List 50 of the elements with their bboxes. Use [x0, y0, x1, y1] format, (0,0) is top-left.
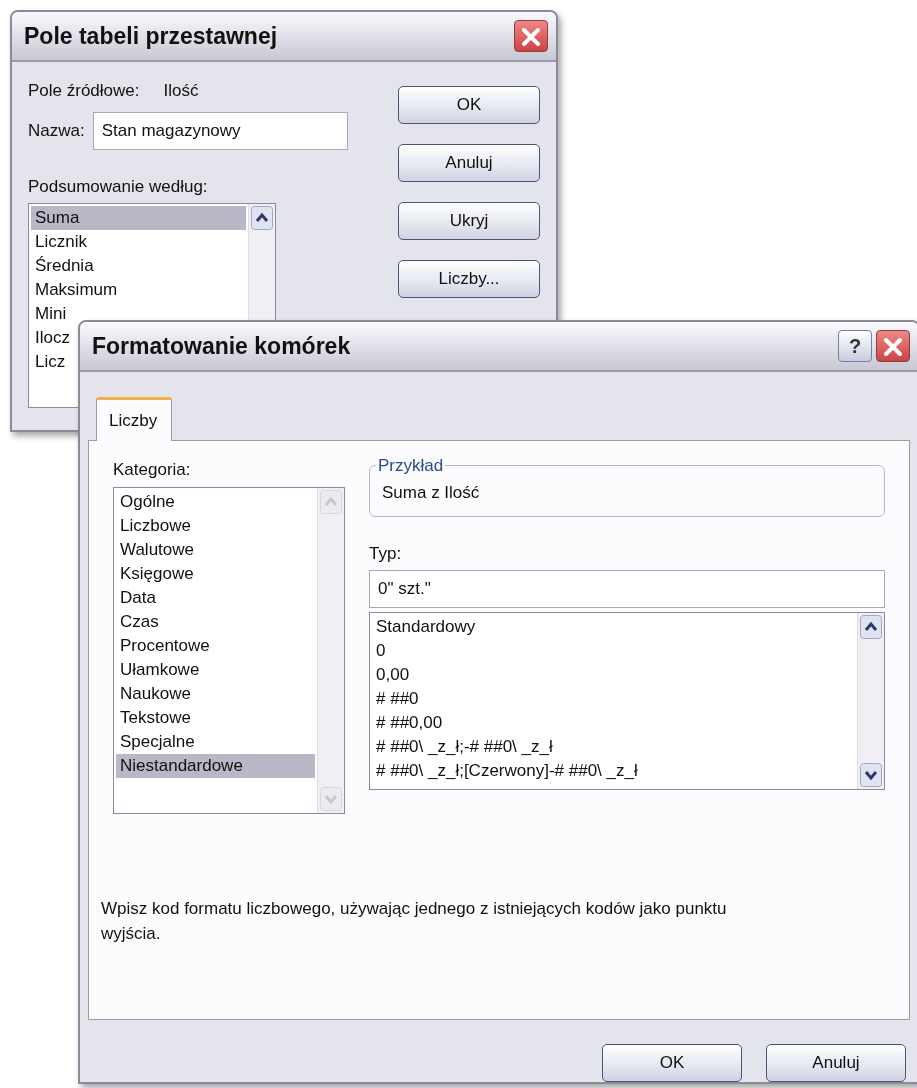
- close-icon: [519, 25, 543, 48]
- dialog-button[interactable]: Anuluj: [766, 1044, 906, 1082]
- list-item[interactable]: Tekstowe: [116, 705, 315, 730]
- close-button[interactable]: [876, 329, 910, 362]
- list-item[interactable]: Specjalne: [116, 729, 315, 754]
- field-label: Kategoria:: [113, 459, 192, 481]
- list-item[interactable]: Naukowe: [116, 681, 315, 706]
- list-item[interactable]: Średnia: [31, 254, 246, 278]
- name-field[interactable]: Stan magazynowy: [92, 111, 348, 150]
- list-item[interactable]: 0,00: [372, 663, 855, 687]
- tab[interactable]: Liczby: [96, 396, 173, 441]
- help-button[interactable]: ?: [838, 329, 872, 362]
- field-label: Nazwa:: [28, 119, 85, 142]
- list-item[interactable]: # ##0\ _z_ł;[Czerwony]-# ##0\ _z_ł: [372, 759, 855, 783]
- list-item[interactable]: Licznik: [31, 230, 246, 254]
- dialog-button[interactable]: Ukryj: [398, 202, 540, 240]
- window-title: Pole tabeli przestawnej: [24, 21, 278, 51]
- list-item[interactable]: Walutowe: [116, 537, 315, 562]
- dialog-button[interactable]: OK: [398, 86, 540, 124]
- sample-value: Suma z Ilość: [382, 482, 481, 504]
- scroll-up-button[interactable]: [251, 206, 273, 230]
- list-item[interactable]: Czas: [116, 609, 315, 634]
- list-item[interactable]: Maksimum: [31, 278, 246, 302]
- window-title: Formatowanie komórek: [92, 331, 351, 361]
- list-item[interactable]: Data: [116, 585, 315, 610]
- list-item[interactable]: Liczbowe: [116, 513, 315, 538]
- type-field[interactable]: 0" szt.": [369, 570, 885, 608]
- list-item[interactable]: Ułamkowe: [116, 657, 315, 682]
- description-text: Wpisz kod formatu liczbowego, używając jednego z istniejących kodów jako punktu wyjścia.: [101, 897, 728, 945]
- list-item[interactable]: 0: [372, 639, 855, 663]
- dialog-button[interactable]: Liczby...: [398, 260, 540, 298]
- dialog-button[interactable]: OK: [602, 1044, 742, 1082]
- dialog-button[interactable]: Anuluj: [398, 144, 540, 182]
- list-item[interactable]: # ##0: [372, 687, 855, 711]
- field-value: Ilość: [163, 80, 199, 102]
- scroll-down-button[interactable]: [860, 763, 882, 787]
- field-label: Podsumowanie według:: [28, 175, 209, 198]
- list-item[interactable]: Procentowe: [116, 633, 315, 658]
- list-item[interactable]: Suma: [31, 206, 246, 230]
- list-item[interactable]: # ##0\ _z_ł;-# ##0\ _z_ł: [372, 735, 855, 759]
- list-item[interactable]: Ogólne: [116, 489, 315, 514]
- field-label: Pole źródłowe:: [28, 80, 140, 102]
- close-icon: [881, 335, 905, 358]
- list-item[interactable]: Niestandardowe: [116, 753, 315, 778]
- list-item[interactable]: Standardowy: [372, 615, 855, 639]
- list-item[interactable]: # ##0,00: [372, 711, 855, 735]
- field-label: Typ:: [369, 542, 403, 565]
- scroll-up-button[interactable]: [860, 615, 882, 639]
- close-button[interactable]: [514, 20, 548, 52]
- list-item[interactable]: Księgowe: [116, 561, 315, 586]
